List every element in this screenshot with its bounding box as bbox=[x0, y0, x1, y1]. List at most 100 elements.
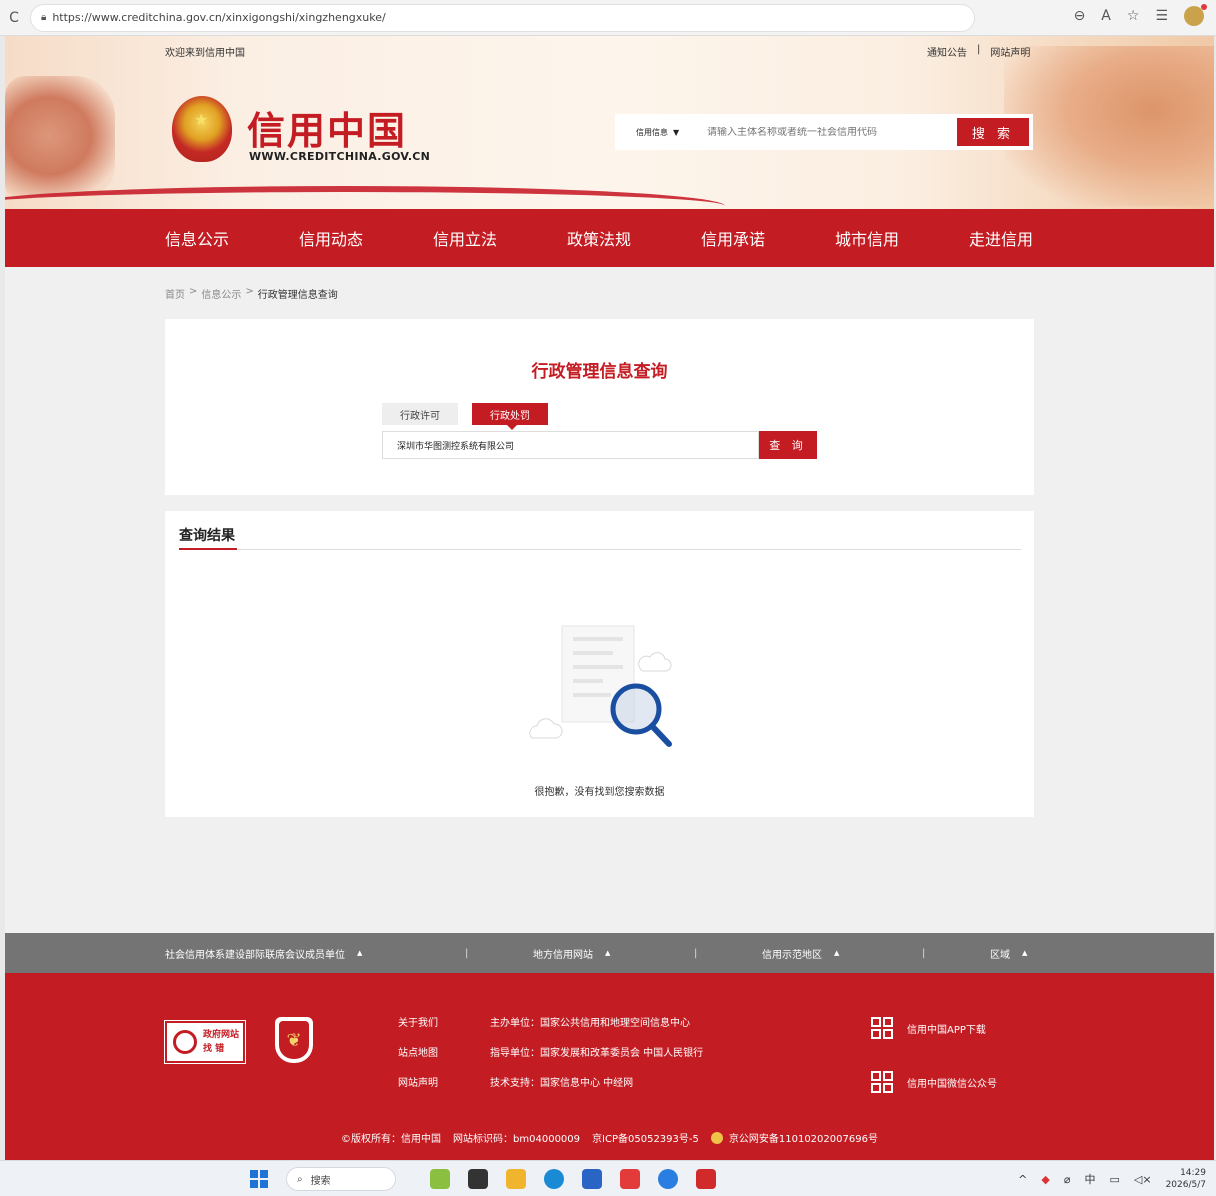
qr-code-icon bbox=[871, 1071, 893, 1093]
footer-group-demo-areas[interactable]: 信用示范地区 ▲ bbox=[762, 946, 922, 961]
police-badge-icon bbox=[710, 1131, 723, 1144]
pdf-reader-icon[interactable] bbox=[696, 1169, 716, 1189]
gov-badge-line2: 找 错 bbox=[203, 1044, 225, 1054]
no-data-illustration-icon bbox=[529, 625, 672, 747]
gov-badge-line1: 政府网站 bbox=[203, 1030, 240, 1040]
qq-browser-icon[interactable] bbox=[658, 1169, 678, 1189]
nav-item-credit-legislation[interactable]: 信用立法 bbox=[433, 226, 567, 250]
breadcrumb: 首页 > 信息公示 > 行政管理信息查询 bbox=[165, 286, 338, 301]
favorite-star-icon[interactable]: ☆ bbox=[1127, 8, 1140, 24]
footer-group-region[interactable]: 区域 ▲ bbox=[990, 946, 1027, 961]
nav-item-info-disclosure[interactable]: 信息公示 bbox=[165, 226, 299, 250]
wps-icon[interactable] bbox=[620, 1169, 640, 1189]
footer-group-local-sites[interactable]: 地方信用网站 ▲ bbox=[533, 946, 694, 961]
address-bar[interactable]: 🔒︎ https://www.creditchina.gov.cn/xinxig… bbox=[30, 3, 975, 32]
welcome-text: 欢迎来到信用中国 bbox=[165, 48, 245, 59]
lock-icon: 🔒︎ bbox=[41, 12, 47, 23]
sitemap-link[interactable]: 站点地图 bbox=[398, 1039, 438, 1069]
nav-item-credit-news[interactable]: 信用动态 bbox=[299, 226, 433, 250]
edge-browser-icon[interactable] bbox=[544, 1169, 564, 1189]
display-icon[interactable]: ▭ bbox=[1109, 1173, 1119, 1186]
ime-icon[interactable]: 中 bbox=[1084, 1171, 1095, 1187]
empty-message: 很抱歉，没有找到您搜索数据 bbox=[534, 787, 665, 798]
query-button[interactable]: 查 询 bbox=[759, 431, 817, 459]
footer-separator: | bbox=[465, 947, 469, 959]
app-download[interactable]: 信用中国APP下载 bbox=[871, 1017, 986, 1039]
query-card: 行政管理信息查询 行政许可 行政处罚 深圳市华图测控系统有限公司 查 询 bbox=[165, 319, 1034, 495]
footer-info: 主办单位：国家公共信用和地理空间信息中心 指导单位：国家发展和改革委员会 中国人… bbox=[490, 1009, 703, 1099]
clock-time: 14:29 bbox=[1180, 1168, 1206, 1178]
profile-avatar-icon[interactable] bbox=[1184, 4, 1207, 26]
windows-start-icon[interactable] bbox=[250, 1170, 268, 1188]
url-text: https://www.creditchina.gov.cn/xinxigong… bbox=[52, 11, 386, 24]
search-icon: ⌕ bbox=[297, 1173, 303, 1185]
footer-group-label: 社会信用体系建设部际联席会议成员单位 bbox=[165, 949, 345, 961]
footer-group-label: 地方信用网站 bbox=[533, 949, 593, 961]
breadcrumb-sep: > bbox=[245, 286, 254, 297]
zoom-icon[interactable]: ⊖ bbox=[1074, 8, 1086, 24]
taskbar-search[interactable]: ⌕ 搜索 bbox=[286, 1167, 396, 1191]
tray-overflow-icon[interactable]: ^ bbox=[1018, 1173, 1027, 1186]
header-search: 信用信息 ▼ 搜 索 bbox=[615, 114, 1033, 150]
nav-item-policies[interactable]: 政策法规 bbox=[567, 226, 701, 250]
copyright-line: ©版权所有：信用中国 网站标识码：bm04000009 京ICP备0505239… bbox=[5, 1130, 1214, 1145]
store-icon[interactable] bbox=[582, 1169, 602, 1189]
result-heading: 查询结果 bbox=[179, 528, 235, 544]
file-explorer-icon[interactable] bbox=[506, 1169, 526, 1189]
volume-icon[interactable]: ◁× bbox=[1134, 1173, 1152, 1186]
magnifier-icon bbox=[173, 1030, 197, 1054]
police-record[interactable]: 京公网安备11010202007696号 bbox=[729, 1130, 878, 1145]
about-us-link[interactable]: 关于我们 bbox=[398, 1009, 438, 1039]
dropdown-caret-icon: ▼ bbox=[673, 127, 680, 137]
caret-up-icon: ▲ bbox=[1022, 949, 1028, 957]
host-unit: 主办单位：国家公共信用和地理空间信息中心 bbox=[490, 1018, 690, 1029]
widgets-icon[interactable] bbox=[430, 1169, 450, 1189]
header-search-button[interactable]: 搜 索 bbox=[957, 118, 1029, 146]
footer-group-label: 区域 bbox=[990, 949, 1010, 961]
top-links-separator: | bbox=[977, 44, 981, 55]
task-view-icon[interactable] bbox=[468, 1169, 488, 1189]
site-logo-url: WWW.CREDITCHINA.GOV.CN bbox=[249, 150, 431, 163]
breadcrumb-info[interactable]: 信息公示 bbox=[201, 286, 241, 301]
tech-support: 技术支持：国家信息中心 中经网 bbox=[490, 1078, 634, 1089]
nav-item-credit-commitment[interactable]: 信用承诺 bbox=[701, 226, 835, 250]
browser-actions: ⊖ A ☆ ☰ bbox=[1074, 4, 1207, 26]
main-nav: 信息公示 信用动态 信用立法 政策法规 信用承诺 城市信用 走进信用 bbox=[5, 209, 1214, 267]
breadcrumb-home[interactable]: 首页 bbox=[165, 286, 185, 301]
nav-item-city-credit[interactable]: 城市信用 bbox=[835, 226, 969, 250]
site-logo-title[interactable]: 信用中国 bbox=[247, 100, 407, 155]
header-search-input[interactable] bbox=[707, 126, 957, 138]
gov-website-error-badge[interactable]: 政府网站 找 错 bbox=[164, 1020, 246, 1064]
caret-up-icon: ▲ bbox=[834, 949, 840, 957]
footer-links: 关于我们 站点地图 网站声明 bbox=[398, 1009, 438, 1099]
nav-item-about-credit[interactable]: 走进信用 bbox=[969, 226, 1103, 250]
result-divider bbox=[179, 549, 1021, 550]
national-emblem-icon: ★ bbox=[172, 96, 232, 162]
tab-administrative-license[interactable]: 行政许可 bbox=[382, 403, 458, 425]
tab-administrative-penalty[interactable]: 行政处罚 bbox=[472, 403, 548, 430]
great-wall-decoration bbox=[1004, 46, 1214, 206]
notice-link[interactable]: 通知公告 bbox=[927, 44, 967, 59]
favorites-list-icon[interactable]: ☰ bbox=[1155, 8, 1168, 24]
guide-unit: 指导单位：国家发展和改革委员会 中国人民银行 bbox=[490, 1048, 704, 1059]
breadcrumb-current: 行政管理信息查询 bbox=[257, 290, 338, 301]
result-card: 查询结果 很抱歉，没有找到您搜索数据 bbox=[165, 511, 1034, 817]
search-category-select[interactable]: 信用信息 ▼ bbox=[615, 127, 707, 138]
read-aloud-icon[interactable]: A bbox=[1101, 8, 1111, 24]
antivirus-icon[interactable]: ◆ bbox=[1041, 1173, 1049, 1186]
party-gov-shield-icon[interactable]: ❦ bbox=[275, 1017, 313, 1063]
footer-group-label: 信用示范地区 bbox=[762, 949, 822, 961]
query-input[interactable]: 深圳市华图测控系统有限公司 bbox=[382, 431, 759, 459]
breadcrumb-sep: > bbox=[189, 286, 198, 297]
site-statement-link[interactable]: 网站声明 bbox=[990, 44, 1030, 59]
footer-group-member-units[interactable]: 社会信用体系建设部际联席会议成员单位 ▲ bbox=[165, 946, 465, 961]
clock[interactable]: 14:29 2026/5/7 bbox=[1166, 1167, 1206, 1191]
icp-number[interactable]: 京ICP备05052393号-5 bbox=[592, 1130, 699, 1145]
red-wave-decoration bbox=[5, 186, 725, 209]
footer-separator: | bbox=[922, 947, 926, 959]
query-title: 行政管理信息查询 bbox=[531, 362, 668, 382]
wechat-account[interactable]: 信用中国微信公众号 bbox=[871, 1071, 997, 1093]
footer-statement-link[interactable]: 网站声明 bbox=[398, 1069, 438, 1099]
reload-icon[interactable]: C bbox=[0, 10, 28, 26]
network-icon[interactable]: ⌀ bbox=[1064, 1173, 1071, 1186]
